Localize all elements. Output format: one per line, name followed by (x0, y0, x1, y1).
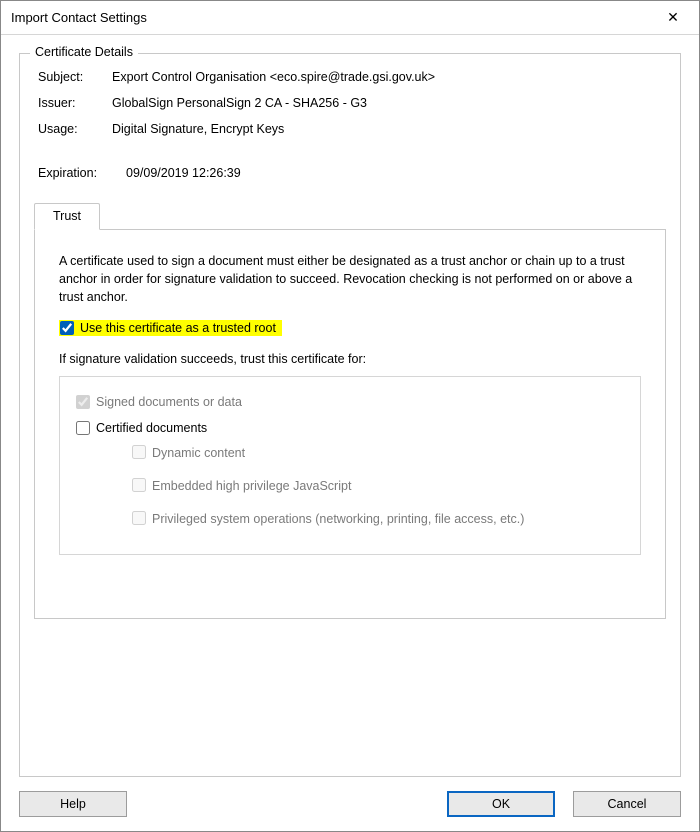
trusted-root-row: Use this certificate as a trusted root (59, 318, 641, 338)
help-button-label: Help (60, 797, 86, 811)
titlebar: Import Contact Settings ✕ (1, 1, 699, 35)
dynamic-content-checkbox (132, 445, 146, 459)
group-legend: Certificate Details (30, 45, 138, 59)
trust-info-text: A certificate used to sign a document mu… (59, 252, 641, 306)
priv-ops-checkbox (132, 511, 146, 525)
trusted-root-checkbox[interactable] (60, 321, 74, 335)
expiration-row: Expiration: 09/09/2019 12:26:39 (34, 160, 666, 186)
trust-options-box: Signed documents or data Certified docum… (59, 376, 641, 555)
dialog-window: Import Contact Settings ✕ Certificate De… (0, 0, 700, 832)
subject-row: Subject: Export Control Organisation <ec… (34, 64, 666, 90)
right-buttons: OK Cancel (447, 791, 681, 817)
dialog-body: Certificate Details Subject: Export Cont… (1, 35, 699, 831)
dynamic-content-row: Dynamic content (132, 437, 624, 470)
embedded-js-checkbox (132, 478, 146, 492)
certificate-details-group: Certificate Details Subject: Export Cont… (19, 53, 681, 777)
priv-ops-label: Privileged system operations (networking… (152, 511, 524, 528)
priv-ops-row: Privileged system operations (networking… (132, 503, 624, 536)
signed-docs-checkbox (76, 395, 90, 409)
embedded-js-row: Embedded high privilege JavaScript (132, 470, 624, 503)
certified-docs-checkbox[interactable] (76, 421, 90, 435)
signed-docs-row: Signed documents or data (76, 393, 624, 411)
subject-label: Subject: (38, 70, 112, 84)
expiration-value: 09/09/2019 12:26:39 (126, 166, 241, 180)
tab-strip: Trust (34, 202, 666, 229)
tab-trust-label: Trust (53, 209, 81, 223)
ok-button-label: OK (492, 797, 510, 811)
close-button[interactable]: ✕ (653, 4, 693, 32)
issuer-row: Issuer: GlobalSign PersonalSign 2 CA - S… (34, 90, 666, 116)
usage-label: Usage: (38, 122, 112, 136)
dialog-buttons: Help OK Cancel (19, 777, 681, 817)
embedded-js-label: Embedded high privilege JavaScript (152, 478, 351, 495)
trust-for-label: If signature validation succeeds, trust … (59, 352, 641, 366)
close-icon: ✕ (667, 9, 679, 26)
trusted-root-highlight: Use this certificate as a trusted root (59, 320, 282, 336)
cancel-button-label: Cancel (608, 797, 647, 811)
issuer-value: GlobalSign PersonalSign 2 CA - SHA256 - … (112, 96, 367, 110)
subject-value: Export Control Organisation <eco.spire@t… (112, 70, 435, 84)
certified-docs-label: Certified documents (96, 421, 207, 435)
issuer-label: Issuer: (38, 96, 112, 110)
tab-area: Trust A certificate used to sign a docum… (34, 202, 666, 619)
usage-value: Digital Signature, Encrypt Keys (112, 122, 284, 136)
certified-docs-row: Certified documents (76, 419, 624, 437)
cancel-button[interactable]: Cancel (573, 791, 681, 817)
tab-panel-trust: A certificate used to sign a document mu… (34, 229, 666, 619)
ok-button[interactable]: OK (447, 791, 555, 817)
help-button[interactable]: Help (19, 791, 127, 817)
tab-trust[interactable]: Trust (34, 203, 100, 230)
expiration-label: Expiration: (38, 166, 126, 180)
dynamic-content-label: Dynamic content (152, 445, 245, 462)
trusted-root-label: Use this certificate as a trusted root (80, 321, 276, 335)
window-title: Import Contact Settings (11, 10, 147, 25)
certified-nested-options: Dynamic content Embedded high privilege … (132, 437, 624, 536)
usage-row: Usage: Digital Signature, Encrypt Keys (34, 116, 666, 142)
signed-docs-label: Signed documents or data (96, 395, 242, 409)
